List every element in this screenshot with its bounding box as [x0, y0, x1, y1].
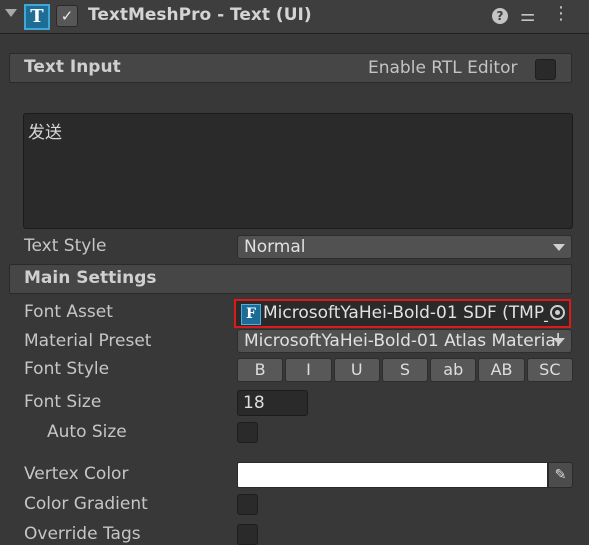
font-style-label: Font Style: [24, 359, 110, 379]
object-picker-icon[interactable]: [550, 305, 565, 320]
chevron-down-icon: [553, 338, 565, 345]
font-style-underline-button[interactable]: U: [333, 358, 380, 382]
material-preset-dropdown[interactable]: MicrosoftYaHei-Bold-01 Atlas Material: [237, 329, 572, 353]
vertex-color-swatch[interactable]: [237, 462, 548, 488]
text-input-area[interactable]: 发送: [23, 113, 573, 229]
text-style-label: Text Style: [24, 236, 107, 256]
font-style-lowercase-button[interactable]: ab: [430, 358, 477, 382]
foldout-arrow-icon[interactable]: [5, 9, 17, 17]
auto-size-checkbox[interactable]: [237, 422, 258, 443]
font-style-buttons: B I U S ab AB SC: [237, 358, 573, 382]
help-icon[interactable]: ?: [492, 8, 508, 24]
text-style-dropdown[interactable]: Normal: [237, 235, 572, 259]
section-title: Main Settings: [24, 268, 157, 288]
font-asset-value: MicrosoftYaHei-Bold-01 SDF (TMP_FontAsse…: [263, 303, 548, 323]
rtl-editor-checkbox[interactable]: [535, 59, 556, 80]
font-size-label: Font Size: [24, 392, 102, 412]
font-style-italic-button[interactable]: I: [285, 358, 332, 382]
font-asset-label: Font Asset: [24, 302, 113, 322]
vertex-color-label: Vertex Color: [24, 464, 129, 484]
font-style-smallcaps-button[interactable]: SC: [526, 358, 573, 382]
override-tags-checkbox[interactable]: [237, 524, 258, 545]
color-gradient-label: Color Gradient: [24, 494, 148, 514]
material-preset-value: MicrosoftYaHei-Bold-01 Atlas Material: [244, 331, 561, 351]
font-asset-field[interactable]: F MicrosoftYaHei-Bold-01 SDF (TMP_FontAs…: [234, 299, 571, 328]
text-style-value: Normal: [244, 237, 306, 257]
eyedropper-icon[interactable]: ✎: [548, 462, 573, 488]
override-tags-label: Override Tags: [24, 524, 141, 544]
auto-size-label: Auto Size: [47, 422, 127, 442]
material-preset-label: Material Preset: [24, 331, 152, 351]
font-asset-icon: F: [241, 304, 261, 325]
section-title: Text Input: [24, 57, 121, 77]
component-title: TextMeshPro - Text (UI): [88, 5, 312, 25]
chevron-down-icon: [553, 244, 565, 251]
font-size-input[interactable]: 18: [237, 390, 308, 416]
context-menu-icon[interactable]: ⋮: [552, 3, 570, 25]
presets-icon[interactable]: ⚌: [520, 6, 535, 26]
font-style-strikethrough-button[interactable]: S: [381, 358, 429, 382]
tmp-text-icon: T: [24, 4, 50, 30]
rtl-editor-label: Enable RTL Editor: [368, 58, 518, 78]
component-enabled-checkbox[interactable]: ✓: [56, 5, 78, 27]
font-style-uppercase-button[interactable]: AB: [478, 358, 525, 382]
color-gradient-checkbox[interactable]: [237, 494, 258, 515]
font-style-bold-button[interactable]: B: [237, 358, 284, 382]
main-settings-section-header[interactable]: Main Settings: [9, 264, 572, 294]
